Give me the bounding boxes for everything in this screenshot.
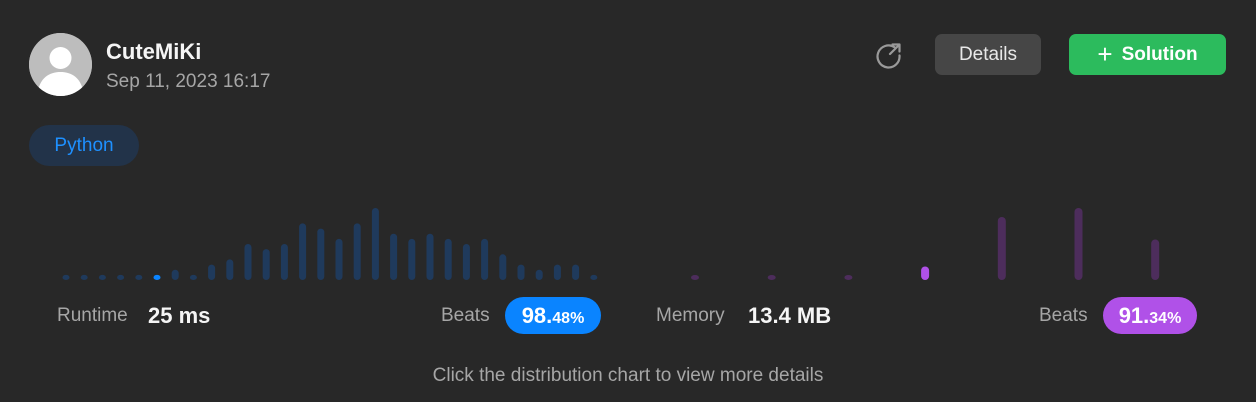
chart-hint-text: Click the distribution chart to view mor… — [432, 365, 824, 386]
share-arrow-icon[interactable] — [874, 41, 903, 70]
memory-bar-3[interactable] — [921, 266, 930, 281]
runtime-bar-0[interactable] — [62, 274, 70, 280]
runtime-beats-integer: 98. — [521, 303, 553, 328]
runtime-bar-5[interactable] — [153, 274, 161, 280]
default-user-avatar-icon — [29, 33, 92, 96]
runtime-bar-18[interactable] — [390, 233, 398, 280]
runtime-bar-4[interactable] — [135, 274, 143, 280]
plus-icon: + — [1097, 39, 1113, 69]
memory-bar-1[interactable] — [767, 275, 776, 280]
runtime-bar-23[interactable] — [481, 238, 489, 280]
runtime-bar-9[interactable] — [226, 259, 234, 280]
add-solution-button[interactable]: + Solution — [1069, 34, 1226, 75]
runtime-bar-7[interactable] — [189, 274, 197, 280]
runtime-bar-12[interactable] — [280, 244, 288, 280]
runtime-bar-22[interactable] — [462, 244, 470, 280]
runtime-beats-badge: 98. 48% — [505, 297, 601, 334]
runtime-bar-27[interactable] — [553, 264, 561, 280]
details-button[interactable]: Details — [935, 34, 1041, 75]
avatar[interactable] — [29, 33, 92, 96]
runtime-bar-13[interactable] — [299, 223, 307, 280]
runtime-value: 25 ms — [148, 303, 211, 328]
memory-label: Memory — [656, 305, 725, 326]
runtime-bar-16[interactable] — [353, 223, 361, 280]
memory-bar-2[interactable] — [844, 275, 853, 280]
memory-beats-badge: 91. 34% — [1103, 297, 1197, 334]
runtime-bar-8[interactable] — [208, 264, 216, 280]
memory-beats-fraction: 34% — [1149, 310, 1182, 327]
submission-timestamp: Sep 11, 2023 16:17 — [106, 71, 271, 92]
runtime-bar-10[interactable] — [244, 244, 252, 280]
runtime-bar-14[interactable] — [317, 228, 325, 280]
memory-beats-label: Beats — [1039, 305, 1088, 326]
runtime-bar-17[interactable] — [371, 208, 379, 280]
runtime-bar-21[interactable] — [444, 238, 452, 280]
runtime-bar-25[interactable] — [517, 264, 525, 280]
memory-bar-4[interactable] — [997, 217, 1006, 280]
runtime-bar-19[interactable] — [408, 238, 416, 280]
runtime-bar-3[interactable] — [117, 274, 125, 280]
memory-bar-6[interactable] — [1151, 239, 1160, 281]
runtime-bar-29[interactable] — [590, 274, 598, 280]
memory-bar-0[interactable] — [691, 275, 699, 280]
runtime-beats-label: Beats — [441, 305, 490, 326]
memory-beats-integer: 91. — [1118, 303, 1150, 328]
runtime-bar-15[interactable] — [335, 238, 343, 280]
runtime-label: Runtime — [57, 305, 128, 326]
runtime-bar-28[interactable] — [572, 264, 580, 280]
runtime-bar-11[interactable] — [262, 249, 270, 280]
solution-button-label: Solution — [1121, 43, 1198, 65]
memory-bar-5[interactable] — [1074, 208, 1083, 280]
username[interactable]: CuteMiKi — [106, 38, 201, 66]
runtime-bar-2[interactable] — [98, 274, 106, 280]
distribution-chart[interactable] — [0, 190, 1256, 290]
runtime-bar-24[interactable] — [499, 254, 507, 280]
language-tag[interactable]: Python — [29, 125, 139, 166]
memory-value: 13.4 MB — [748, 303, 832, 328]
runtime-bar-1[interactable] — [80, 274, 88, 280]
runtime-bar-26[interactable] — [535, 269, 543, 280]
runtime-bar-20[interactable] — [426, 233, 434, 280]
runtime-bar-6[interactable] — [171, 269, 179, 280]
runtime-beats-fraction: 48% — [552, 310, 585, 327]
